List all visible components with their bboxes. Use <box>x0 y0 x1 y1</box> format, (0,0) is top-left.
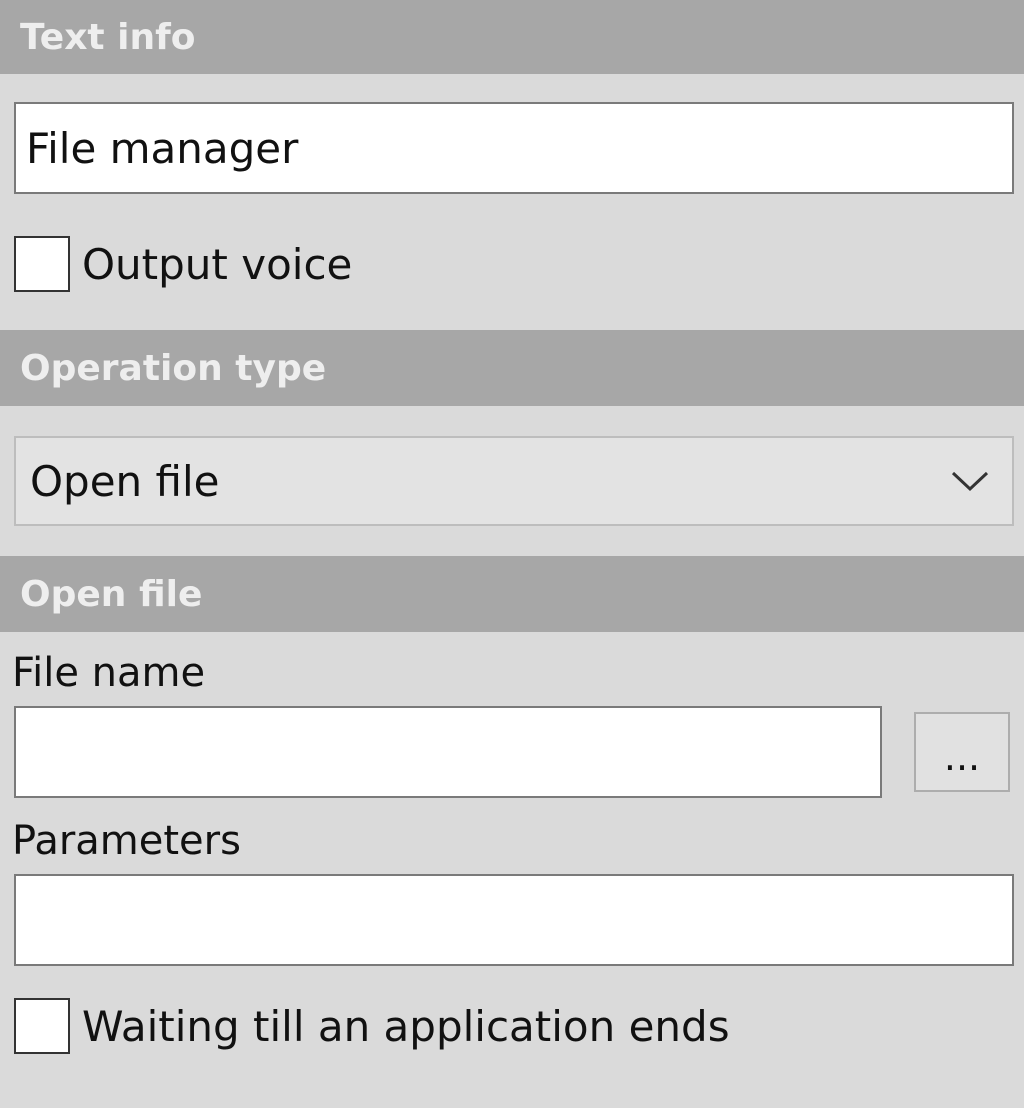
text-info-header-label: Text info <box>20 16 196 58</box>
browse-button[interactable]: ... <box>914 712 1010 792</box>
output-voice-checkbox[interactable] <box>14 236 70 292</box>
output-voice-checkbox-row[interactable]: Output voice <box>14 236 352 292</box>
chevron-down-icon <box>951 471 989 492</box>
file-name-label: File name <box>12 650 206 696</box>
wait-checkbox-row[interactable]: Waiting till an application ends <box>14 998 730 1054</box>
text-info-header: Text info <box>0 0 1024 74</box>
text-info-input-value: File manager <box>26 123 299 173</box>
parameters-label: Parameters <box>12 818 241 864</box>
operation-type-select-value: Open file <box>30 456 220 506</box>
open-file-header-label: Open file <box>20 573 203 615</box>
operation-type-select[interactable]: Open file <box>14 436 1014 526</box>
operation-type-header-label: Operation type <box>20 347 327 389</box>
text-info-input[interactable]: File manager <box>14 102 1014 194</box>
file-name-input[interactable] <box>14 706 882 798</box>
operation-type-header: Operation type <box>0 330 1024 406</box>
browse-button-label: ... <box>943 735 981 779</box>
wait-label: Waiting till an application ends <box>82 1001 730 1051</box>
wait-checkbox[interactable] <box>14 998 70 1054</box>
output-voice-label: Output voice <box>82 239 353 289</box>
open-file-header: Open file <box>0 556 1024 632</box>
parameters-input[interactable] <box>14 874 1014 966</box>
